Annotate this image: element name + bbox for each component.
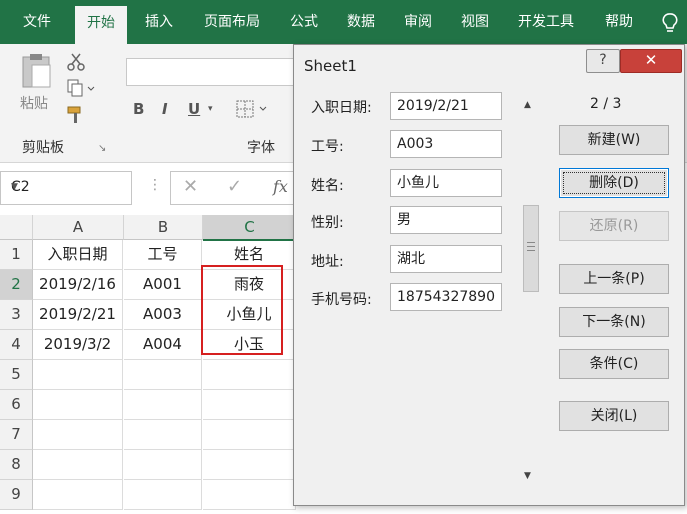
table-cell[interactable]: 2019/2/16 bbox=[33, 270, 123, 300]
field-label-phone: 手机号码: bbox=[311, 292, 372, 308]
ribbon-tab-bar: 文件 开始 插入 页面布局 公式 数据 审阅 视图 开发工具 帮助 bbox=[0, 0, 687, 44]
cut-icon[interactable] bbox=[66, 52, 86, 72]
italic-button[interactable]: I bbox=[162, 100, 168, 118]
table-cell[interactable] bbox=[33, 480, 123, 510]
tab-view[interactable]: 视图 bbox=[449, 0, 501, 44]
field-input-gender[interactable]: 男 bbox=[390, 206, 502, 234]
dialog-launcher-icon[interactable]: ↘ bbox=[98, 143, 106, 154]
close-icon[interactable]: ✕ bbox=[620, 49, 682, 73]
row-header[interactable]: 5 bbox=[0, 360, 33, 390]
column-header-b[interactable]: B bbox=[124, 215, 203, 240]
scrollbar-thumb[interactable] bbox=[523, 205, 539, 292]
cancel-icon[interactable]: ✕ bbox=[183, 176, 198, 197]
field-input-employee-id[interactable]: A003 bbox=[390, 130, 502, 158]
table-cell[interactable] bbox=[33, 420, 123, 450]
select-all-corner[interactable] bbox=[0, 215, 33, 240]
row-header[interactable]: 7 bbox=[0, 420, 33, 450]
table-cell[interactable]: 入职日期 bbox=[33, 240, 123, 270]
table-cell[interactable] bbox=[33, 360, 123, 390]
paste-label: 粘贴 bbox=[20, 96, 48, 112]
row-header[interactable]: 4 bbox=[0, 330, 33, 360]
column-header-c[interactable]: C bbox=[203, 215, 297, 241]
tab-file[interactable]: 文件 bbox=[8, 0, 66, 44]
row-header[interactable]: 1 bbox=[0, 240, 33, 270]
row-header[interactable]: 6 bbox=[0, 390, 33, 420]
table-cell[interactable]: 工号 bbox=[124, 240, 202, 270]
table-cell[interactable]: A003 bbox=[124, 300, 202, 330]
delete-button[interactable]: 删除(D) bbox=[559, 168, 669, 198]
table-cell[interactable] bbox=[124, 420, 202, 450]
field-label-employee-id: 工号: bbox=[311, 139, 344, 155]
table-cell[interactable]: A001 bbox=[124, 270, 202, 300]
fx-icon[interactable]: fx bbox=[273, 177, 288, 196]
format-painter-icon[interactable] bbox=[66, 105, 86, 125]
tab-formulas[interactable]: 公式 bbox=[278, 0, 330, 44]
tab-home[interactable]: 开始 bbox=[75, 6, 127, 44]
underline-button[interactable]: U bbox=[188, 100, 200, 118]
name-box[interactable]: C2 ▼ bbox=[0, 171, 132, 205]
new-button[interactable]: 新建(W) bbox=[559, 125, 669, 155]
field-input-address[interactable]: 湖北 bbox=[390, 245, 502, 273]
tab-help[interactable]: 帮助 bbox=[593, 0, 645, 44]
bold-button[interactable]: B bbox=[133, 100, 144, 118]
table-cell[interactable]: 2019/2/21 bbox=[33, 300, 123, 330]
more-icon: ⋮ bbox=[148, 177, 162, 193]
field-label-address: 地址: bbox=[311, 254, 344, 270]
table-cell[interactable] bbox=[203, 420, 296, 450]
table-cell[interactable] bbox=[33, 390, 123, 420]
field-input-name[interactable]: 小鱼儿 bbox=[390, 169, 502, 197]
tab-insert[interactable]: 插入 bbox=[133, 0, 185, 44]
help-button[interactable]: ? bbox=[586, 49, 620, 73]
restore-button[interactable]: 还原(R) bbox=[559, 211, 669, 241]
tab-page-layout[interactable]: 页面布局 bbox=[193, 0, 271, 44]
lightbulb-icon[interactable] bbox=[661, 12, 679, 34]
column-header-a[interactable]: A bbox=[33, 215, 124, 240]
next-record-button[interactable]: 下一条(N) bbox=[559, 307, 669, 337]
font-group-label: 字体 bbox=[247, 140, 275, 156]
table-cell[interactable] bbox=[203, 360, 296, 390]
criteria-button[interactable]: 条件(C) bbox=[559, 349, 669, 379]
table-cell[interactable] bbox=[203, 390, 296, 420]
tab-review[interactable]: 审阅 bbox=[392, 0, 444, 44]
record-counter: 2 / 3 bbox=[590, 96, 622, 112]
copy-icon[interactable] bbox=[66, 78, 96, 98]
previous-record-button[interactable]: 上一条(P) bbox=[559, 264, 669, 294]
field-label-name: 姓名: bbox=[311, 178, 344, 194]
table-cell[interactable] bbox=[203, 480, 296, 510]
field-input-hire-date[interactable]: 2019/2/21 bbox=[390, 92, 502, 120]
row-header[interactable]: 8 bbox=[0, 450, 33, 480]
close-button[interactable]: 关闭(L) bbox=[559, 401, 669, 431]
row-header[interactable]: 2 bbox=[0, 270, 33, 300]
chevron-down-icon[interactable]: ▾ bbox=[208, 104, 213, 114]
field-label-hire-date: 入职日期: bbox=[311, 100, 372, 116]
border-icon[interactable] bbox=[236, 100, 270, 118]
row-header[interactable]: 9 bbox=[0, 480, 33, 510]
table-cell[interactable]: 2019/3/2 bbox=[33, 330, 123, 360]
highlight-box bbox=[201, 265, 283, 355]
scroll-up-icon[interactable]: ▲ bbox=[524, 100, 531, 110]
table-cell[interactable] bbox=[203, 450, 296, 480]
enter-icon[interactable]: ✓ bbox=[227, 176, 242, 197]
font-name-input[interactable] bbox=[126, 58, 303, 86]
paste-icon[interactable] bbox=[20, 53, 54, 89]
dialog-title: Sheet1 bbox=[304, 57, 357, 75]
row-header[interactable]: 3 bbox=[0, 300, 33, 330]
table-cell[interactable] bbox=[124, 390, 202, 420]
table-cell[interactable]: A004 bbox=[124, 330, 202, 360]
scroll-down-icon[interactable]: ▼ bbox=[524, 471, 531, 481]
chevron-down-icon[interactable]: ▼ bbox=[11, 182, 123, 192]
tab-developer[interactable]: 开发工具 bbox=[507, 0, 585, 44]
table-cell[interactable] bbox=[124, 360, 202, 390]
table-cell[interactable] bbox=[124, 480, 202, 510]
formula-bar[interactable]: ✕ ✓ fx bbox=[170, 171, 297, 205]
field-label-gender: 性别: bbox=[311, 215, 344, 231]
table-cell[interactable] bbox=[124, 450, 202, 480]
field-input-phone[interactable]: 18754327890 bbox=[390, 283, 502, 311]
clipboard-group-label: 剪贴板 bbox=[22, 140, 64, 156]
table-cell[interactable] bbox=[33, 450, 123, 480]
tab-data[interactable]: 数据 bbox=[335, 0, 387, 44]
